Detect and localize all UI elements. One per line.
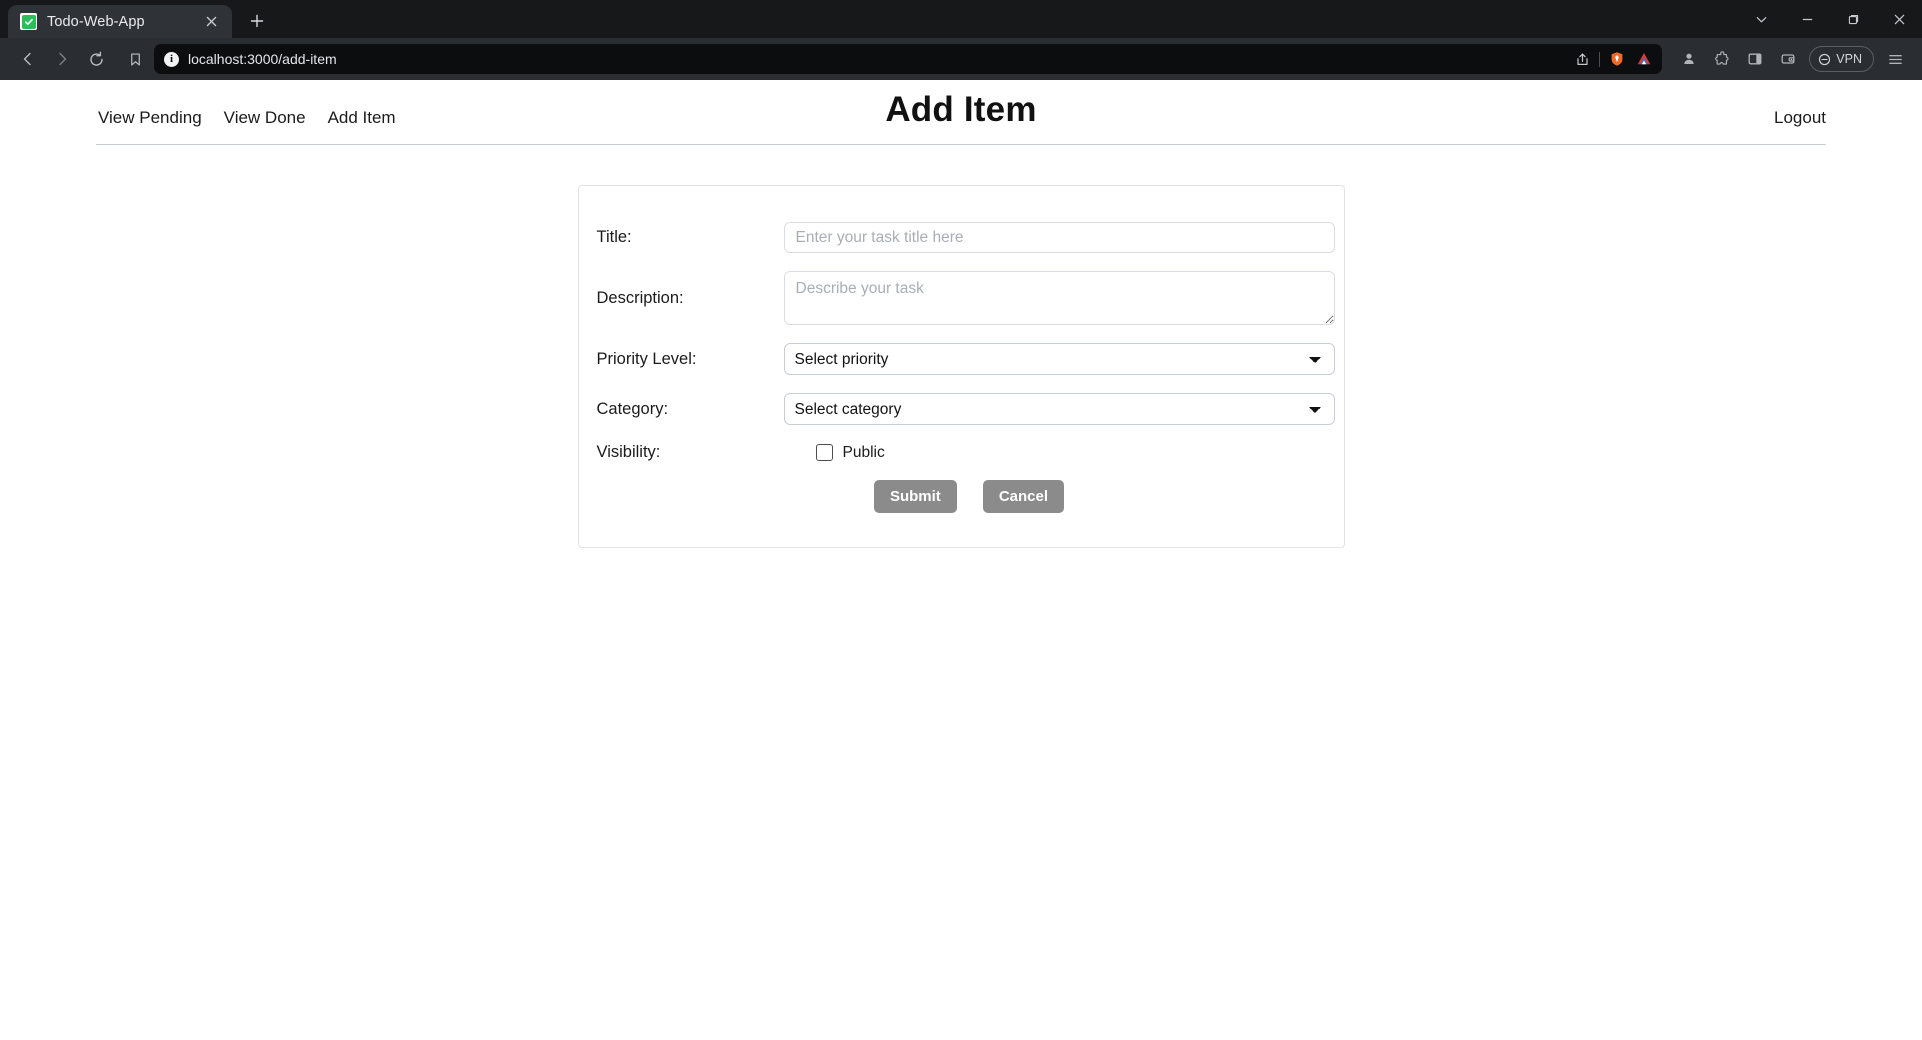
vpn-label: VPN xyxy=(1836,52,1862,66)
form-button-row: Submit Cancel xyxy=(579,480,1344,513)
category-field-wrap: Select category xyxy=(784,393,1335,425)
nav-link-view-done[interactable]: View Done xyxy=(224,108,306,128)
green-check-favicon xyxy=(20,13,37,30)
tab-close-icon[interactable] xyxy=(200,11,222,33)
public-checkbox-label: Public xyxy=(843,444,885,462)
site-header: View Pending View Done Add Item Add Item… xyxy=(0,80,1922,138)
brave-shield-icon[interactable] xyxy=(1607,49,1627,69)
browser-toolbar: i localhost:3000/add-item xyxy=(0,38,1922,80)
url-actions-divider xyxy=(1599,52,1600,67)
category-select[interactable]: Select category xyxy=(784,393,1335,425)
header-right: Logout xyxy=(1774,108,1826,128)
back-button-icon[interactable] xyxy=(12,43,44,75)
window-controls xyxy=(1738,0,1922,38)
url-bar[interactable]: i localhost:3000/add-item xyxy=(154,44,1662,74)
title-label: Title: xyxy=(597,228,784,247)
share-icon[interactable] xyxy=(1572,49,1592,69)
vpn-status-icon xyxy=(1818,53,1831,66)
logout-link[interactable]: Logout xyxy=(1774,108,1826,127)
tab-title: Todo-Web-App xyxy=(47,14,190,30)
form-row-category: Category: Select category xyxy=(579,393,1344,425)
wallet-icon[interactable] xyxy=(1773,44,1803,74)
priority-field-wrap: Select priority xyxy=(784,343,1335,375)
main-navigation: View Pending View Done Add Item xyxy=(98,108,396,128)
maximize-icon[interactable] xyxy=(1830,0,1876,38)
add-item-form: Title: Description: Priority Level: xyxy=(578,185,1345,548)
form-row-title: Title: xyxy=(579,222,1344,253)
submit-button[interactable]: Submit xyxy=(874,480,957,513)
description-textarea[interactable] xyxy=(784,271,1335,325)
vpn-button[interactable]: VPN xyxy=(1809,46,1874,72)
url-bar-actions xyxy=(1572,49,1654,69)
tab-strip: Todo-Web-App xyxy=(0,0,1922,38)
form-row-visibility: Visibility: Public xyxy=(579,443,1344,462)
priority-label: Priority Level: xyxy=(597,350,784,369)
priority-select[interactable]: Select priority xyxy=(784,343,1335,375)
profile-icon[interactable] xyxy=(1674,44,1704,74)
title-field-wrap xyxy=(784,222,1335,253)
bookmark-icon[interactable] xyxy=(120,44,150,74)
forward-button-icon[interactable] xyxy=(46,43,78,75)
form-row-priority: Priority Level: Select priority xyxy=(579,343,1344,375)
url-text: localhost:3000/add-item xyxy=(188,51,1563,67)
title-input[interactable] xyxy=(784,222,1335,253)
nav-link-view-pending[interactable]: View Pending xyxy=(98,108,202,128)
triangle-extension-icon[interactable] xyxy=(1634,49,1654,69)
toolbar-right-icons: VPN xyxy=(1670,44,1910,74)
public-checkbox[interactable] xyxy=(816,444,833,461)
extensions-icon[interactable] xyxy=(1707,44,1737,74)
cancel-button[interactable]: Cancel xyxy=(983,480,1064,513)
category-label: Category: xyxy=(597,400,784,419)
description-field-wrap xyxy=(784,271,1335,325)
description-label: Description: xyxy=(597,289,784,308)
form-card-area: Title: Description: Priority Level: xyxy=(0,145,1922,548)
reload-button-icon[interactable] xyxy=(80,43,112,75)
minimize-icon[interactable] xyxy=(1784,0,1830,38)
browser-tab[interactable]: Todo-Web-App xyxy=(8,5,232,38)
hamburger-menu-icon[interactable] xyxy=(1880,44,1910,74)
visibility-field-wrap: Public xyxy=(784,444,1320,462)
site-info-icon[interactable]: i xyxy=(164,52,179,67)
form-row-description: Description: xyxy=(579,271,1344,325)
page-content: View Pending View Done Add Item Add Item… xyxy=(0,80,1922,1040)
new-tab-button[interactable] xyxy=(242,6,272,36)
public-checkbox-wrap[interactable]: Public xyxy=(816,444,885,462)
nav-link-add-item[interactable]: Add Item xyxy=(328,108,396,128)
close-window-icon[interactable] xyxy=(1876,0,1922,38)
browser-window: Todo-Web-App xyxy=(0,0,1922,1040)
sidebar-icon[interactable] xyxy=(1740,44,1770,74)
chevron-down-icon[interactable] xyxy=(1738,0,1784,38)
url-bar-container: i localhost:3000/add-item xyxy=(120,44,1662,74)
visibility-label: Visibility: xyxy=(597,443,784,462)
